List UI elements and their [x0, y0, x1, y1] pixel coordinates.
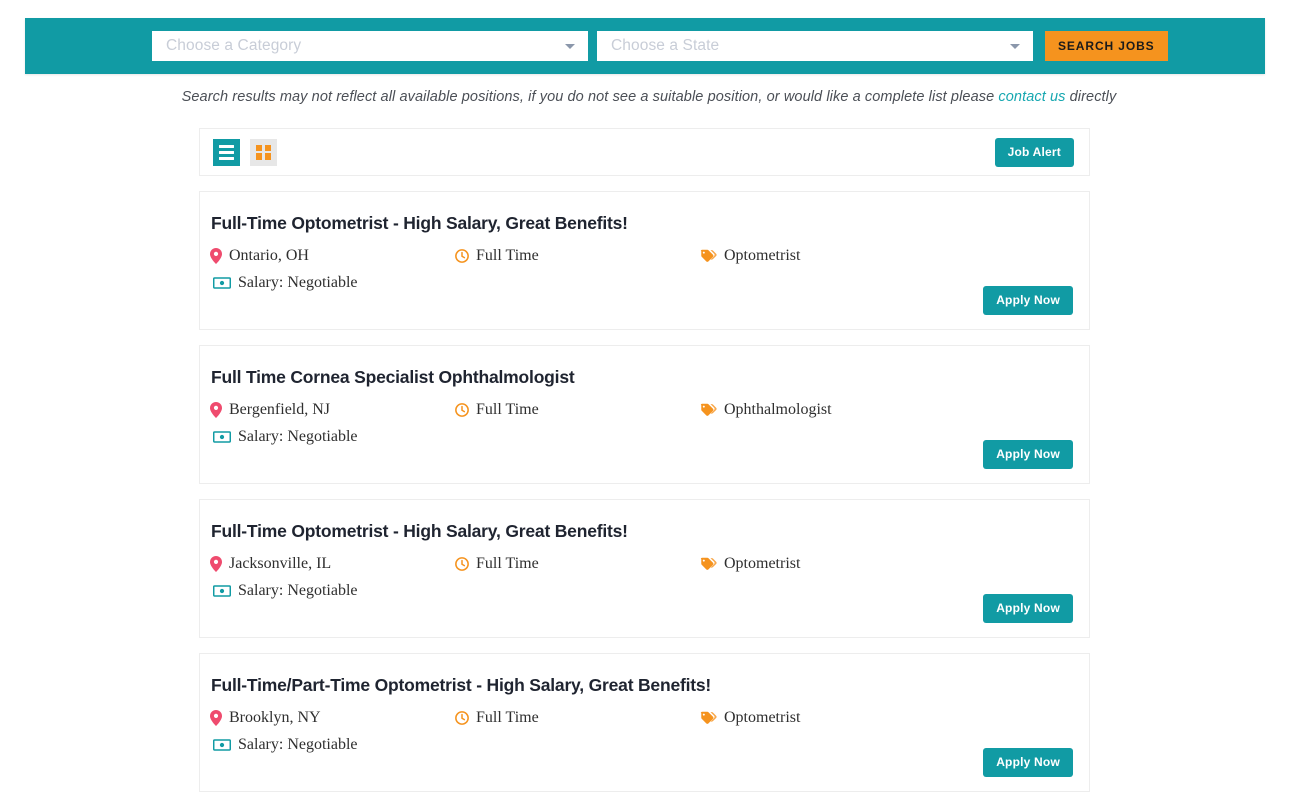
apply-now-button[interactable]: Apply Now — [983, 440, 1073, 469]
job-salary-text: Salary: Negotiable — [238, 428, 358, 445]
state-select-placeholder: Choose a State — [611, 37, 720, 54]
job-location-text: Ontario, OH — [229, 247, 309, 264]
map-pin-icon — [210, 402, 222, 418]
tag-icon — [700, 249, 717, 262]
clock-icon — [455, 557, 469, 571]
apply-now-button[interactable]: Apply Now — [983, 748, 1073, 777]
job-location: Bergenfield, NJ — [210, 401, 455, 419]
job-category-text: Optometrist — [724, 247, 801, 264]
category-select-placeholder: Choose a Category — [166, 37, 302, 54]
job-meta: Jacksonville, IL Full Time Optometrist S… — [210, 555, 1073, 600]
job-location: Brooklyn, NY — [210, 709, 455, 727]
job-type-text: Full Time — [476, 401, 539, 418]
apply-now-button[interactable]: Apply Now — [983, 286, 1073, 315]
apply-row: Apply Now — [983, 594, 1073, 623]
job-card[interactable]: Full-Time/Part-Time Optometrist - High S… — [199, 653, 1090, 792]
job-type-text: Full Time — [476, 555, 539, 572]
job-category: Ophthalmologist — [700, 401, 1073, 419]
view-toggle-group — [213, 138, 277, 166]
job-card[interactable]: Full Time Cornea Specialist Ophthalmolog… — [199, 345, 1090, 484]
job-type: Full Time — [455, 555, 700, 573]
notice-text-after: directly — [1065, 89, 1117, 105]
job-salary-text: Salary: Negotiable — [238, 582, 358, 599]
job-salary: Salary: Negotiable — [210, 428, 455, 446]
results-toolbar: Job Alert — [199, 128, 1090, 176]
job-location: Jacksonville, IL — [210, 555, 455, 573]
tag-icon — [700, 711, 717, 724]
job-category: Optometrist — [700, 247, 1073, 265]
list-view-icon[interactable] — [213, 138, 240, 166]
job-category-text: Optometrist — [724, 709, 801, 726]
job-location-text: Jacksonville, IL — [229, 555, 332, 572]
chevron-down-icon — [1010, 44, 1020, 49]
job-salary-text: Salary: Negotiable — [238, 274, 358, 291]
contact-us-link[interactable]: contact us — [998, 89, 1065, 105]
grid-view-icon[interactable] — [250, 138, 277, 166]
tag-icon — [700, 557, 717, 570]
apply-row: Apply Now — [983, 748, 1073, 777]
job-category-text: Optometrist — [724, 555, 801, 572]
job-list: Full-Time Optometrist - High Salary, Gre… — [199, 191, 1090, 792]
job-title[interactable]: Full Time Cornea Specialist Ophthalmolog… — [210, 367, 1073, 388]
job-type-text: Full Time — [476, 709, 539, 726]
apply-now-button[interactable]: Apply Now — [983, 594, 1073, 623]
clock-icon — [455, 403, 469, 417]
category-select[interactable]: Choose a Category — [152, 31, 588, 61]
apply-row: Apply Now — [983, 440, 1073, 469]
job-type: Full Time — [455, 401, 700, 419]
job-salary: Salary: Negotiable — [210, 582, 455, 600]
job-location-text: Brooklyn, NY — [229, 709, 321, 726]
job-location-text: Bergenfield, NJ — [229, 401, 331, 418]
job-title[interactable]: Full-Time Optometrist - High Salary, Gre… — [210, 521, 1073, 542]
job-category: Optometrist — [700, 709, 1073, 727]
search-bar: Choose a Category Choose a State SEARCH … — [25, 18, 1265, 74]
job-type: Full Time — [455, 247, 700, 265]
job-meta: Ontario, OH Full Time Optometrist Salary… — [210, 247, 1073, 292]
job-type: Full Time — [455, 709, 700, 727]
job-card[interactable]: Full-Time Optometrist - High Salary, Gre… — [199, 499, 1090, 638]
apply-row: Apply Now — [983, 286, 1073, 315]
search-jobs-button[interactable]: SEARCH JOBS — [1045, 31, 1168, 61]
job-results: Job Alert Full-Time Optometrist - High S… — [199, 128, 1090, 792]
job-salary-text: Salary: Negotiable — [238, 736, 358, 753]
job-meta: Bergenfield, NJ Full Time Ophthalmologis… — [210, 401, 1073, 446]
map-pin-icon — [210, 556, 222, 572]
job-meta: Brooklyn, NY Full Time Optometrist Salar… — [210, 709, 1073, 754]
job-salary: Salary: Negotiable — [210, 274, 455, 292]
job-alert-button[interactable]: Job Alert — [994, 137, 1074, 167]
money-icon — [213, 739, 231, 751]
job-card[interactable]: Full-Time Optometrist - High Salary, Gre… — [199, 191, 1090, 330]
map-pin-icon — [210, 248, 222, 264]
search-notice: Search results may not reflect all avail… — [0, 89, 1298, 105]
money-icon — [213, 431, 231, 443]
clock-icon — [455, 249, 469, 263]
clock-icon — [455, 711, 469, 725]
state-select[interactable]: Choose a State — [597, 31, 1033, 61]
job-title[interactable]: Full-Time Optometrist - High Salary, Gre… — [210, 213, 1073, 234]
chevron-down-icon — [565, 44, 575, 49]
job-category-text: Ophthalmologist — [724, 401, 832, 418]
job-salary: Salary: Negotiable — [210, 736, 455, 754]
map-pin-icon — [210, 710, 222, 726]
tag-icon — [700, 403, 717, 416]
money-icon — [213, 585, 231, 597]
job-type-text: Full Time — [476, 247, 539, 264]
job-location: Ontario, OH — [210, 247, 455, 265]
money-icon — [213, 277, 231, 289]
notice-text-before: Search results may not reflect all avail… — [181, 89, 999, 105]
job-title[interactable]: Full-Time/Part-Time Optometrist - High S… — [210, 675, 1073, 696]
job-category: Optometrist — [700, 555, 1073, 573]
